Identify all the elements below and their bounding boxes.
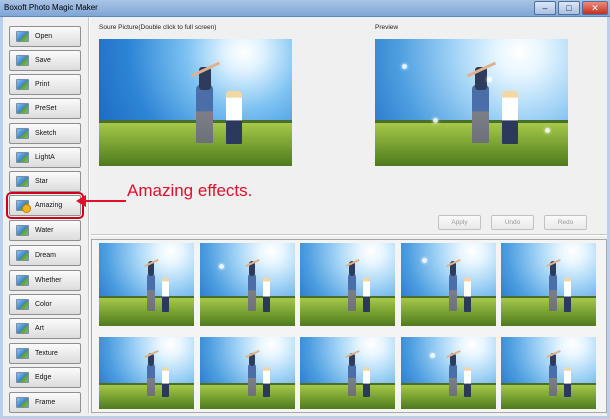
sidebar-item-label: Edge	[35, 374, 52, 381]
effect-thumbnail[interactable]	[99, 243, 194, 326]
sidebar-item-amazing[interactable]: Amazing	[6, 192, 84, 219]
frame-icon	[16, 397, 29, 408]
print-icon	[16, 79, 29, 90]
sidebar-item-lighta[interactable]: LightA	[9, 147, 81, 168]
sidebar-item-edge[interactable]: Edge	[9, 367, 81, 388]
sketch-icon	[16, 128, 29, 139]
sidebar-item-texture[interactable]: Texture	[9, 343, 81, 364]
sidebar-item-whether[interactable]: Whether	[9, 270, 81, 291]
annotation-arrow-icon	[76, 195, 126, 207]
sidebar-item-water[interactable]: Water	[9, 220, 81, 241]
sidebar-item-label: Amazing	[35, 202, 63, 209]
water-icon	[16, 225, 29, 236]
effects-sidebar: Open Save Print PreSet Sketch LightA Sta…	[5, 20, 85, 413]
sidebar-item-label: LightA	[35, 154, 55, 161]
effect-thumbnail[interactable]	[501, 243, 596, 326]
sidebar-item-sketch[interactable]: Sketch	[9, 123, 81, 144]
preview-label: Preview	[375, 24, 399, 31]
sidebar-item-label: Art	[35, 325, 44, 332]
save-icon	[16, 55, 29, 66]
sidebar-item-dream[interactable]: Dream	[9, 245, 81, 266]
preset-icon	[16, 103, 29, 114]
effect-thumbnail[interactable]	[99, 337, 194, 409]
undo-button[interactable]: Undo	[491, 215, 534, 230]
effect-thumbnail[interactable]	[200, 337, 295, 409]
sidebar-item-color[interactable]: Color	[9, 294, 81, 315]
sidebar-item-label: Texture	[35, 350, 58, 357]
open-icon	[16, 31, 29, 42]
sidebar-item-label: Dream	[35, 252, 57, 259]
sidebar-item-print[interactable]: Print	[9, 74, 81, 95]
apply-button[interactable]: Apply	[438, 215, 481, 230]
effect-thumbnail[interactable]	[300, 337, 395, 409]
sidebar-item-save[interactable]: Save	[9, 50, 81, 71]
sidebar-item-label: Print	[35, 81, 50, 88]
main-window: Open Save Print PreSet Sketch LightA Sta…	[0, 17, 610, 419]
effect-thumbnail[interactable]	[401, 337, 496, 409]
art-icon	[16, 323, 29, 334]
title-bar: Boxoft Photo Magic Maker – □ ✕	[0, 0, 610, 17]
edge-icon	[16, 372, 29, 383]
maximize-button[interactable]: □	[558, 1, 580, 15]
sidebar-item-label: Whether	[35, 277, 62, 284]
star-icon	[16, 176, 29, 187]
amazing-icon	[16, 200, 31, 213]
effect-thumbnail[interactable]	[401, 243, 496, 326]
redo-button[interactable]: Redo	[544, 215, 587, 230]
annotation-text: Amazing effects.	[127, 181, 253, 200]
close-button[interactable]: ✕	[582, 1, 608, 15]
dream-icon	[16, 250, 29, 261]
source-picture[interactable]	[99, 39, 292, 166]
window-controls: – □ ✕	[534, 1, 608, 15]
effect-thumbnail[interactable]	[501, 337, 596, 409]
lighta-icon	[16, 152, 29, 163]
sidebar-item-preset[interactable]: PreSet	[9, 98, 81, 119]
sidebar-item-label: Color	[35, 301, 52, 308]
effect-thumbnail[interactable]	[300, 243, 395, 326]
sidebar-item-label: PreSet	[35, 105, 57, 112]
minimize-button[interactable]: –	[534, 1, 556, 15]
sidebar-item-art[interactable]: Art	[9, 318, 81, 339]
window-title: Boxoft Photo Magic Maker	[4, 3, 98, 12]
sidebar-item-label: Star	[35, 178, 48, 185]
effect-thumbnail[interactable]	[200, 243, 295, 326]
sidebar-item-star[interactable]: Star	[9, 171, 81, 192]
sidebar-item-frame[interactable]: Frame	[9, 392, 81, 413]
texture-icon	[16, 348, 29, 359]
sidebar-item-label: Frame	[35, 399, 56, 406]
whether-icon	[16, 275, 29, 286]
sidebar-divider	[88, 17, 90, 413]
source-picture-label: Soure Picture(Double click to full scree…	[99, 24, 217, 31]
sidebar-item-label: Save	[35, 57, 51, 64]
section-divider	[91, 234, 607, 236]
sidebar-item-label: Water	[35, 227, 54, 234]
sidebar-item-label: Sketch	[35, 130, 57, 137]
preview-picture[interactable]	[375, 39, 568, 166]
sidebar-item-label: Open	[35, 33, 53, 40]
color-icon	[16, 299, 29, 310]
sidebar-item-open[interactable]: Open	[9, 26, 81, 47]
